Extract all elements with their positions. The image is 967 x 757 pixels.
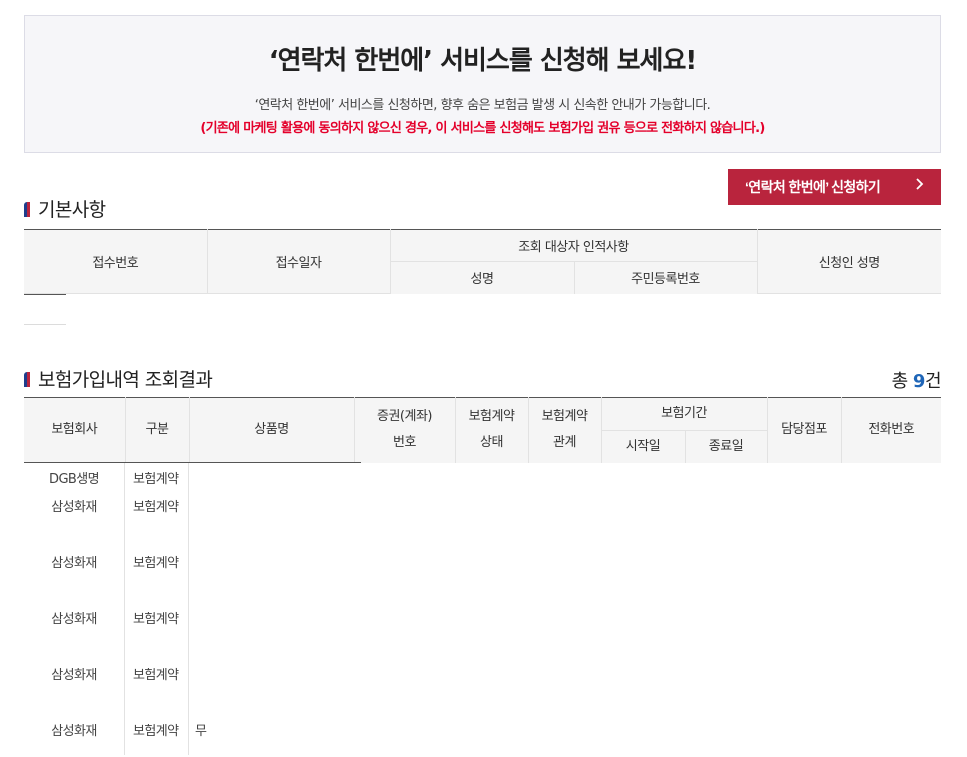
cell-company: DGB생명: [24, 463, 125, 491]
header-receipt-date: 접수일자: [207, 229, 391, 294]
table-row: DGB생명 보험계약: [24, 463, 361, 491]
header-name: 성명: [390, 261, 575, 294]
results-section-title-text: 보험가입내역 조회결과: [38, 369, 213, 391]
header-receipt-no: 접수번호: [24, 229, 208, 294]
results-table-header: 보험회사 구분 상품명 증권(계좌) 번호 보험계약 상태 보험계약 관계 보험…: [24, 397, 941, 463]
table-divider: [24, 294, 66, 295]
header-policy-no-line1: 증권(계좌): [377, 409, 432, 425]
header-relation-line2: 관계: [553, 435, 576, 451]
results-table-body: DGB생명 보험계약 삼성화재 보험계약 삼성화재 보험계약 삼성화재 보험계약…: [24, 462, 361, 755]
basic-section-title-text: 기본사항: [38, 199, 106, 221]
header-status-line2: 상태: [480, 435, 503, 451]
cell-product: [189, 491, 361, 547]
total-prefix: 총: [891, 371, 913, 392]
cell-product: [189, 659, 361, 715]
cell-company: 삼성화재: [24, 659, 125, 715]
header-status-line1: 보험계약: [468, 409, 515, 425]
header-contract-relation: 보험계약 관계: [528, 397, 602, 463]
total-suffix: 건: [924, 371, 942, 392]
chevron-right-icon: [915, 177, 925, 196]
results-section-title: 보험가입내역 조회결과: [24, 365, 213, 392]
cell-product: [189, 603, 361, 659]
header-start-date: 시작일: [601, 430, 686, 463]
table-row: 삼성화재 보험계약 무: [24, 715, 361, 755]
table-row: 삼성화재 보험계약: [24, 491, 361, 547]
cell-type: 보험계약: [125, 547, 189, 603]
table-divider: [24, 324, 66, 325]
cell-product: [189, 463, 361, 491]
cell-type: 보험계약: [125, 715, 189, 755]
header-resident-no: 주민등록번호: [574, 261, 758, 294]
apply-button-label: ‘연락처 한번에’ 신청하기: [745, 179, 881, 195]
header-relation-line1: 보험계약: [541, 409, 588, 425]
cell-company: 삼성화재: [24, 603, 125, 659]
service-banner: ‘연락처 한번에’ 서비스를 신청해 보세요! ‘연락처 한번에’ 서비스를 신…: [24, 15, 941, 153]
header-period: 보험기간: [601, 397, 768, 431]
cell-type: 보험계약: [125, 491, 189, 547]
header-type: 구분: [125, 397, 190, 463]
cell-type: 보험계약: [125, 659, 189, 715]
header-end-date: 종료일: [685, 430, 768, 463]
banner-warning: (기존에 마케팅 활용에 동의하지 않으신 경우, 이 서비스를 신청해도 보험…: [200, 121, 765, 136]
table-row: 삼성화재 보험계약: [24, 547, 361, 603]
cell-product: 무: [195, 724, 207, 739]
table-row: 삼성화재 보험계약: [24, 603, 361, 659]
basic-section-title: 기본사항: [24, 195, 106, 222]
header-contract-status: 보험계약 상태: [455, 397, 529, 463]
header-branch: 담당점포: [767, 397, 842, 463]
header-phone: 전화번호: [841, 397, 941, 463]
header-policy-no-line2: 번호: [393, 435, 416, 451]
banner-description: ‘연락처 한번에’ 서비스를 신청하면, 향후 숨은 보험금 발생 시 신속한 …: [254, 98, 711, 113]
cell-company: 삼성화재: [24, 715, 125, 755]
header-product: 상품명: [189, 397, 355, 463]
header-applicant-name: 신청인 성명: [757, 229, 941, 294]
banner-title: ‘연락처 한번에’ 서비스를 신청해 보세요!: [268, 46, 698, 76]
cell-type: 보험계약: [125, 603, 189, 659]
apply-contact-service-button[interactable]: ‘연락처 한번에’ 신청하기: [728, 169, 941, 205]
table-row: 삼성화재 보험계약: [24, 659, 361, 715]
basic-info-table: 접수번호 접수일자 조회 대상자 인적사항 신청인 성명 성명 주민등록번호: [24, 229, 941, 294]
section-marker-icon: [24, 202, 30, 217]
total-count: 총 9건: [891, 367, 942, 393]
cell-company: 삼성화재: [24, 547, 125, 603]
section-marker-icon: [24, 372, 30, 387]
header-policy-no: 증권(계좌) 번호: [354, 397, 456, 463]
cell-product: [189, 547, 361, 603]
cell-type: 보험계약: [125, 463, 189, 491]
total-count-number: 9: [912, 371, 926, 392]
header-company: 보험회사: [24, 397, 126, 463]
cell-company: 삼성화재: [24, 491, 125, 547]
header-target-info: 조회 대상자 인적사항: [390, 229, 758, 262]
